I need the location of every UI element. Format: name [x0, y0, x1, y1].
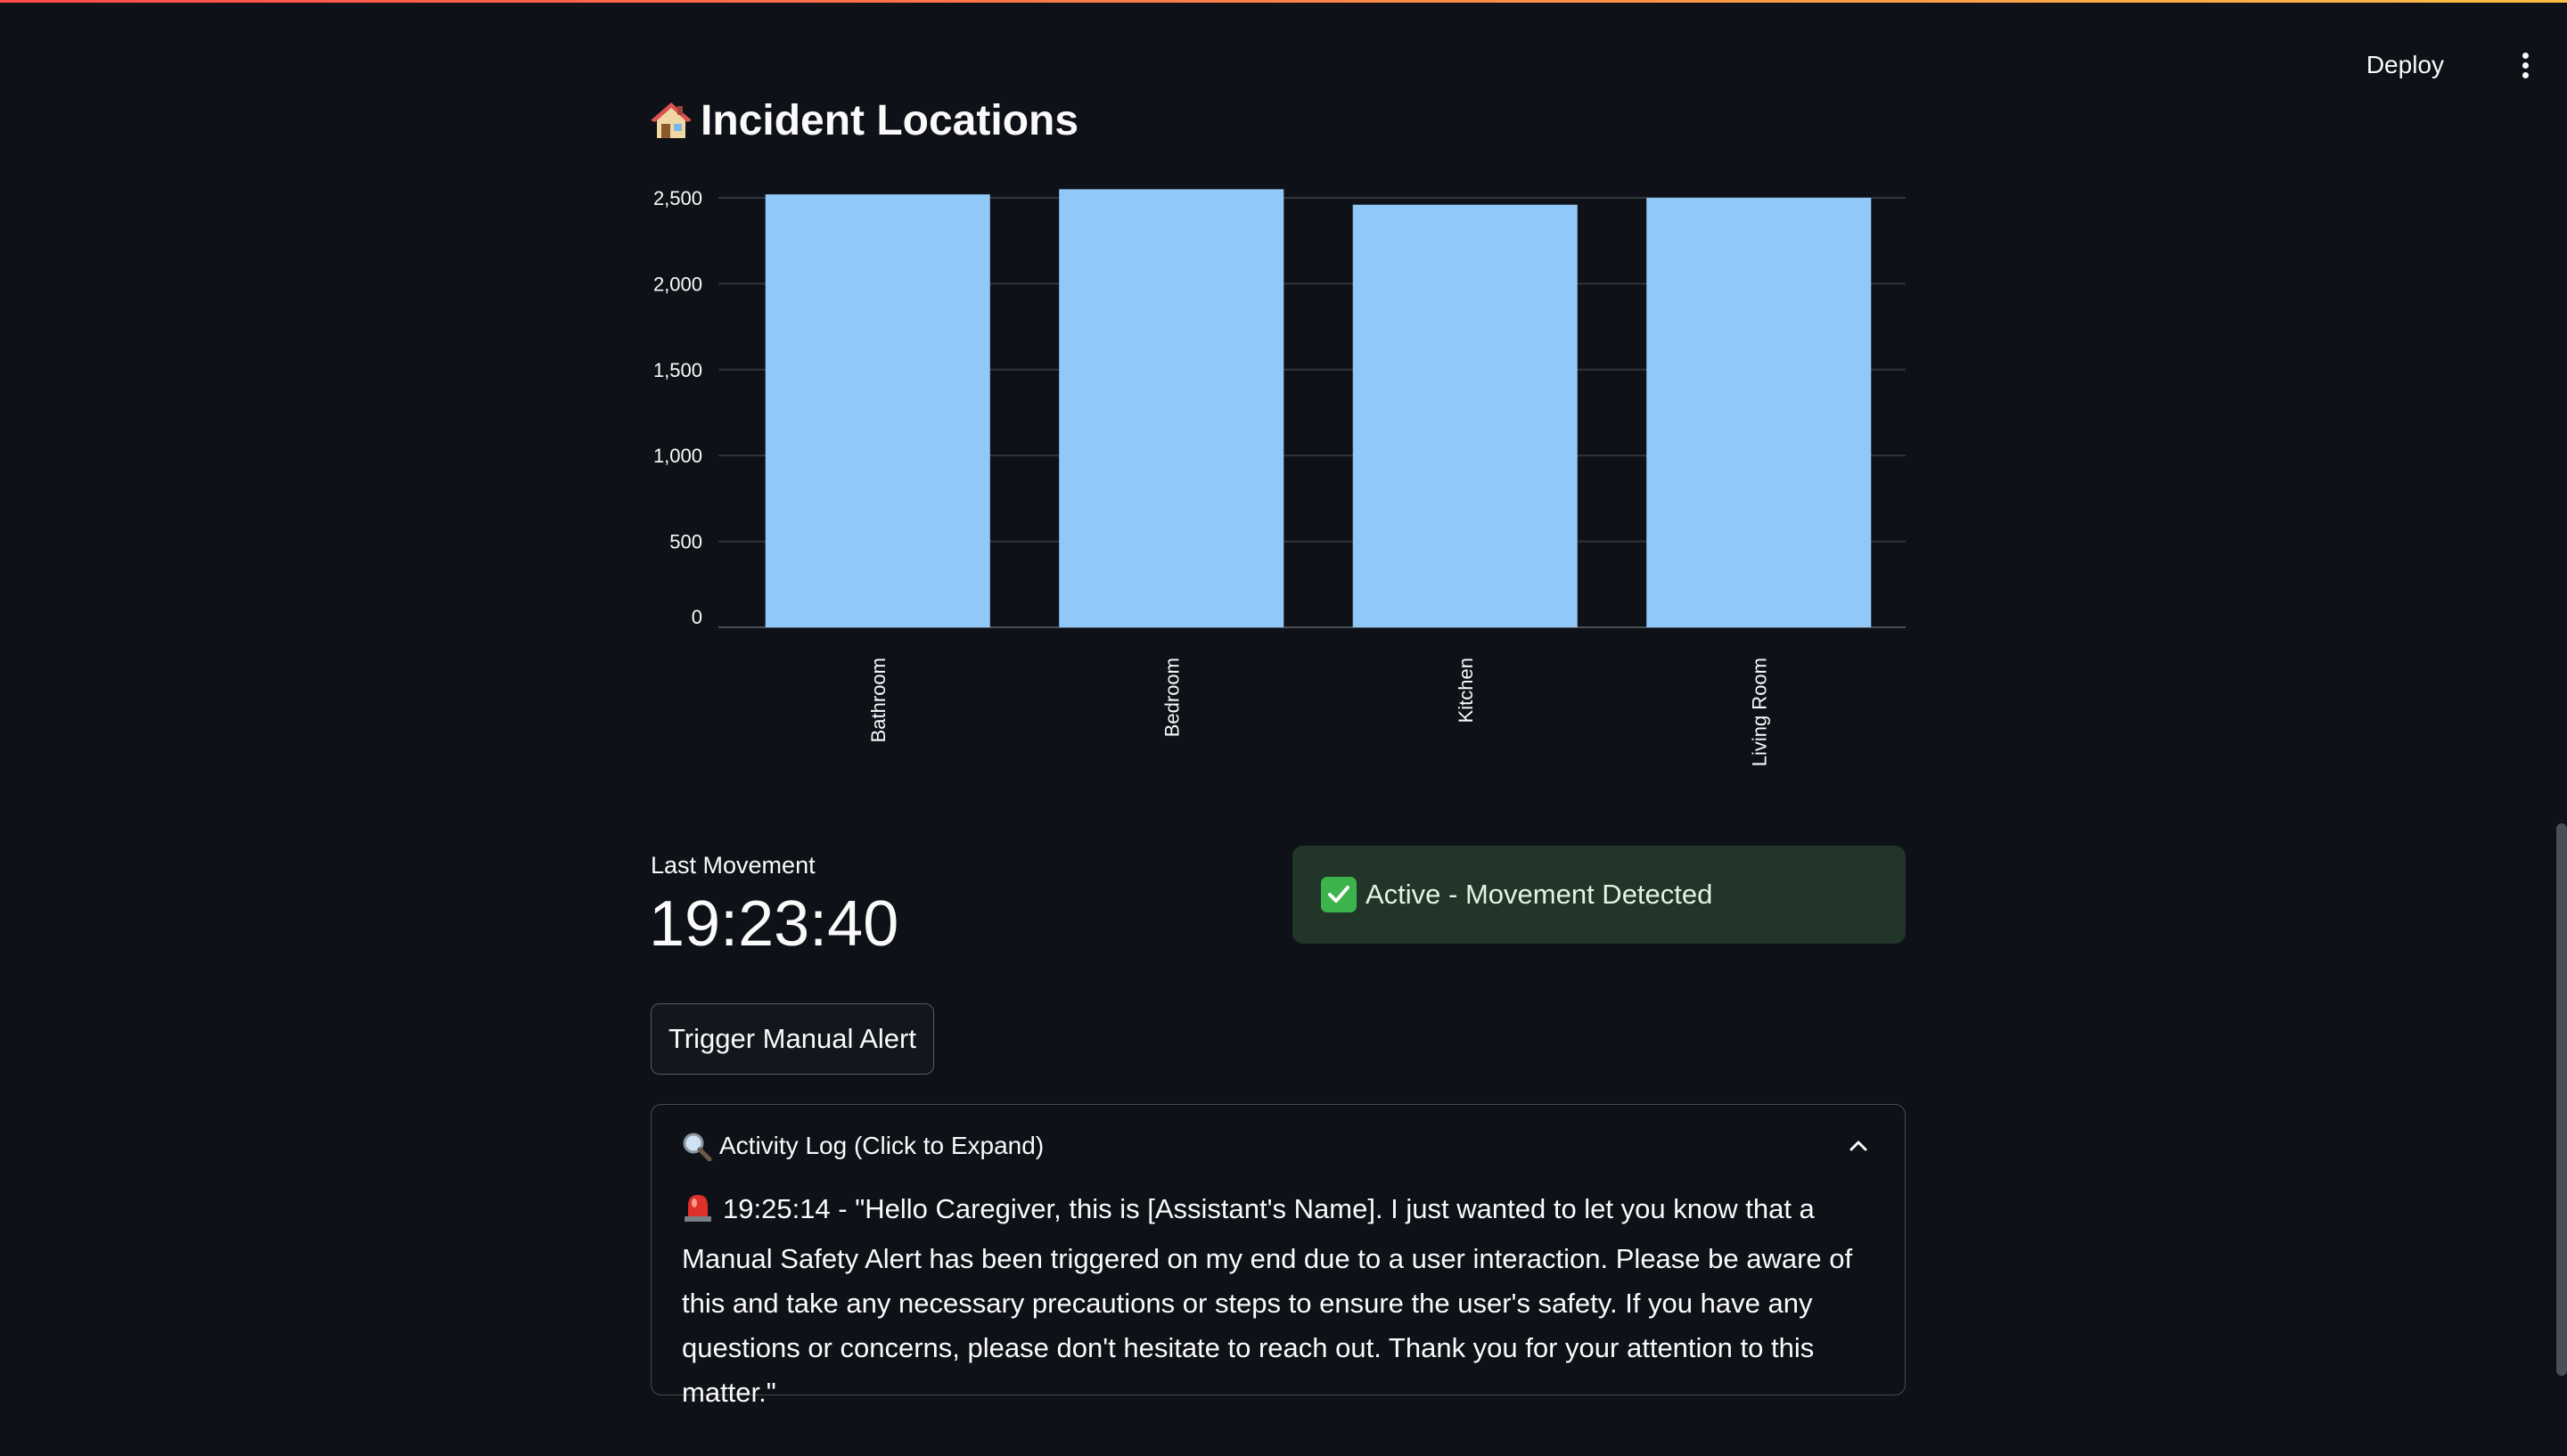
- page-title: Incident Locations: [651, 96, 1078, 145]
- chevron-up-icon: [1848, 1135, 1869, 1161]
- activity-log-title: Activity Log (Click to Expand): [719, 1132, 1045, 1159]
- main-menu-button[interactable]: [2506, 45, 2542, 85]
- deploy-button[interactable]: Deploy: [2359, 47, 2451, 83]
- bar-kitchen[interactable]: [1352, 204, 1578, 627]
- x-tick-label: Bedroom: [1160, 658, 1183, 737]
- y-tick-label: 2,500: [653, 187, 702, 209]
- status-alert: Active - Movement Detected: [1292, 846, 1906, 944]
- metric-label: Last Movement: [651, 852, 816, 879]
- bar-living-room[interactable]: [1646, 198, 1872, 627]
- kebab-menu-dot: [2522, 72, 2529, 78]
- y-tick-label: 1,500: [653, 359, 702, 381]
- metric-value: 19:23:40: [649, 888, 899, 960]
- page-scrollbar[interactable]: [2556, 823, 2567, 1376]
- y-tick-label: 1,000: [653, 445, 702, 467]
- app-header: Deploy: [0, 3, 2567, 101]
- magnifying-glass-icon: [682, 1132, 712, 1166]
- status-text: Active - Movement Detected: [1366, 879, 1713, 910]
- kebab-menu-dot: [2522, 62, 2529, 69]
- bar-bedroom[interactable]: [1059, 189, 1284, 628]
- log-entry-text: 19:25:14 - "Hello Caregiver, this is [As…: [682, 1193, 1853, 1408]
- page-title-text: Incident Locations: [701, 97, 1079, 144]
- y-tick-label: 2,000: [653, 273, 702, 295]
- x-tick-label: Kitchen: [1455, 658, 1477, 723]
- x-tick-label: Living Room: [1748, 658, 1770, 766]
- activity-log-expander: Activity Log (Click to Expand) 19:25:14 …: [651, 1104, 1906, 1408]
- log-entry: 19:25:14 - "Hello Caregiver, this is [As…: [682, 1187, 1876, 1415]
- kebab-menu-icon: [2522, 53, 2529, 59]
- x-tick-label: Bathroom: [867, 658, 890, 742]
- bar-bathroom[interactable]: [765, 194, 990, 628]
- siren-icon: [682, 1191, 714, 1237]
- y-tick-label: 0: [692, 606, 702, 628]
- check-mark-icon: [1321, 877, 1357, 912]
- y-tick-label: 500: [669, 531, 702, 553]
- incident-locations-chart: 0 500 1,000 1,500 2,000 2,500 Bathroom Bedroom…: [653, 187, 1906, 766]
- trigger-manual-alert-button[interactable]: Trigger Manual Alert: [651, 1003, 934, 1075]
- house-icon: [651, 101, 692, 142]
- activity-log-header[interactable]: Activity Log (Click to Expand): [652, 1105, 1905, 1187]
